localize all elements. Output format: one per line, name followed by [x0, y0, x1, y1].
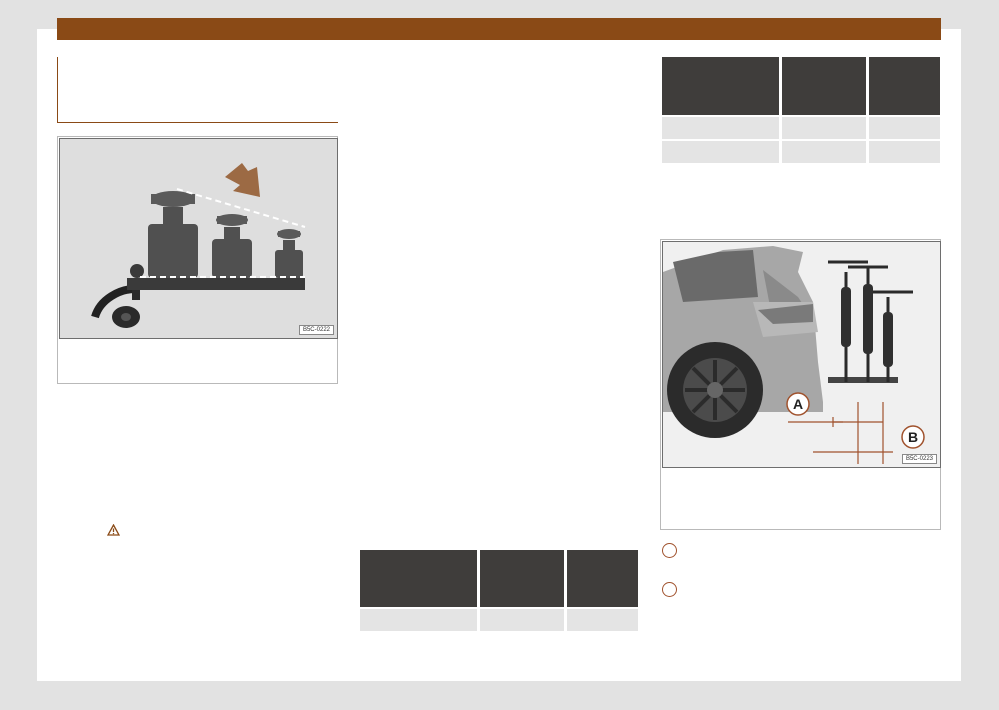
- weight-large: [148, 191, 198, 278]
- towbar-weights-illustration: [91, 163, 306, 328]
- figure-1-code: B5C-0222: [298, 325, 334, 335]
- weight-medium: [212, 214, 252, 278]
- top-color-bar: [57, 18, 941, 40]
- table-cell: [662, 141, 779, 163]
- figure-2-illustration: A B B5C-0223: [662, 241, 941, 468]
- figure-2-code: B5C-0223: [901, 454, 937, 464]
- label-a: A: [793, 396, 803, 412]
- direction-arrow-icon: [225, 163, 260, 197]
- figure-1-frame: B5C-0222: [57, 136, 338, 384]
- table-cell: [360, 609, 477, 631]
- weight-small: [275, 229, 303, 278]
- table-cell: [480, 609, 564, 631]
- table-header-cell: [782, 57, 866, 115]
- table-header-cell: [567, 550, 638, 607]
- table-cell: [662, 117, 779, 139]
- table-cell: [869, 117, 940, 139]
- table-cell: [782, 141, 866, 163]
- callout-b-marker: [662, 582, 677, 597]
- callout-a-marker: [662, 543, 677, 558]
- label-b: B: [908, 429, 918, 445]
- table-cell: [869, 141, 940, 163]
- table-header-cell: [360, 550, 477, 607]
- figure-2-frame: A B B5C-0223: [660, 239, 941, 530]
- car-bike-rack-illustration: A B: [663, 246, 925, 464]
- warning-icon: [107, 524, 120, 536]
- table-cell: [567, 609, 638, 631]
- section-header-box: [57, 57, 338, 123]
- table-header-cell: [662, 57, 779, 115]
- table-cell: [782, 117, 866, 139]
- table-header-cell: [869, 57, 940, 115]
- figure-1-illustration: B5C-0222: [59, 138, 338, 339]
- table-header-cell: [480, 550, 564, 607]
